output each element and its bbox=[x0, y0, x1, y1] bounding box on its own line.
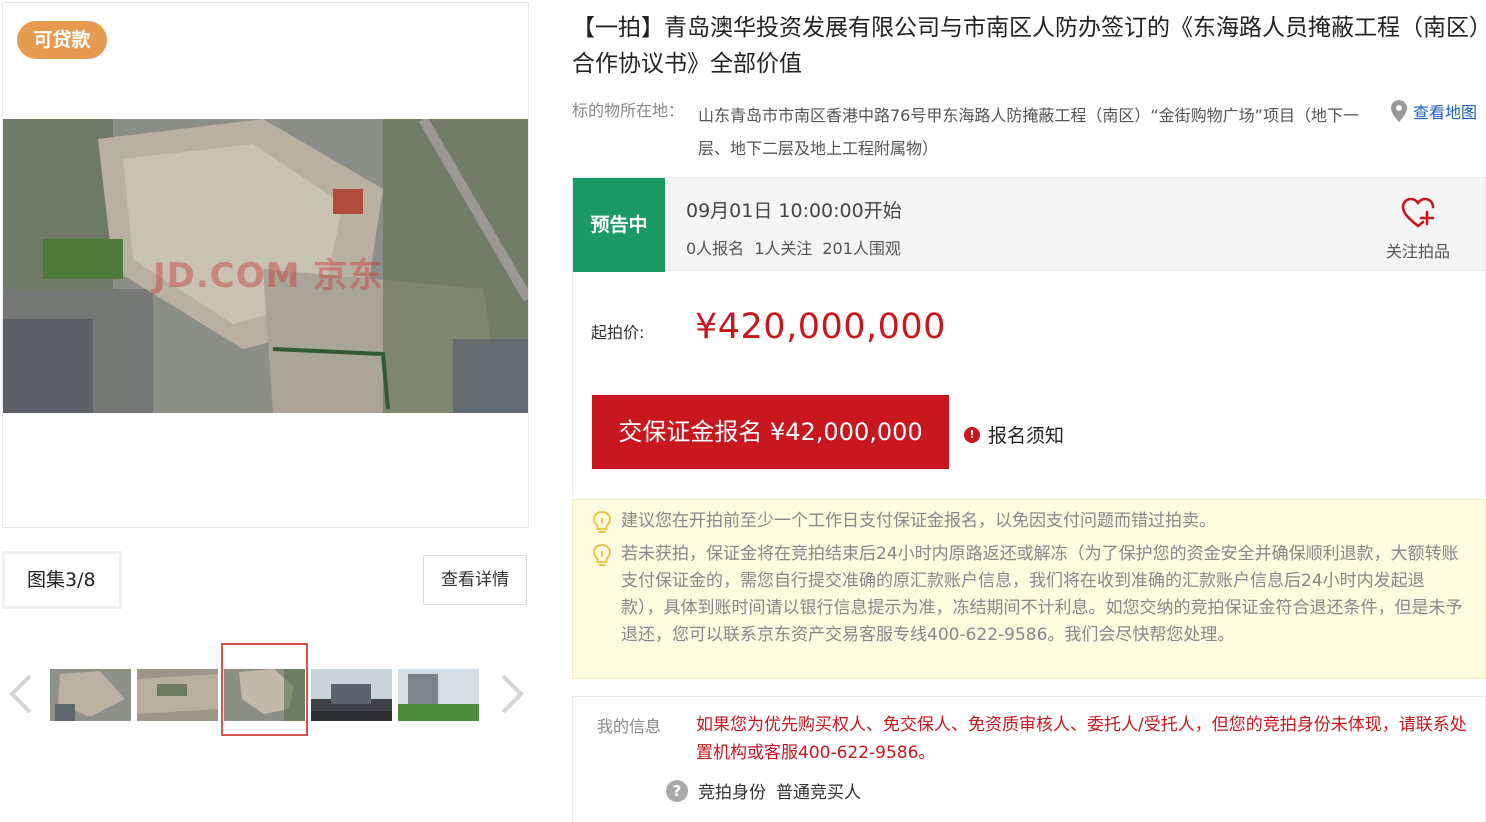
auction-status-bar: 预告中 09月01日 10:00:00开始 0人报名 1人关注 201人围观 关… bbox=[572, 177, 1486, 272]
follow-lot-button[interactable]: 关注拍品 bbox=[1373, 196, 1463, 262]
starting-price-value: ¥420,000,000 bbox=[695, 307, 946, 347]
image-watermark: JD.COM 京东 bbox=[153, 256, 384, 296]
follower-count: 1人关注 bbox=[754, 239, 813, 258]
thumbnail-4[interactable] bbox=[311, 669, 392, 721]
pay-deposit-register-button[interactable]: 交保证金报名 ¥42,000,000 bbox=[592, 395, 949, 469]
chevron-right-icon[interactable] bbox=[497, 672, 527, 716]
view-map-link[interactable]: 查看地图 bbox=[1391, 98, 1477, 124]
chevron-left-icon[interactable] bbox=[6, 672, 36, 716]
my-info-label: 我的信息 bbox=[597, 717, 662, 736]
view-map-label: 查看地图 bbox=[1413, 103, 1478, 122]
map-pin-icon bbox=[1391, 100, 1407, 122]
price-panel: 起拍价: ¥420,000,000 交保证金报名 ¥42,000,000 ! 报… bbox=[572, 271, 1486, 495]
heart-plus-icon bbox=[1401, 197, 1435, 228]
thumbnail-1[interactable] bbox=[50, 669, 131, 721]
bidder-identity-row: ? 竞拍身份 普通竞买人 bbox=[666, 778, 861, 803]
alert-icon: ! bbox=[964, 426, 980, 443]
auction-stats: 0人报名 1人关注 201人围观 bbox=[686, 235, 901, 259]
identity-value: 普通竞买人 bbox=[776, 783, 861, 803]
viewer-count: 201人围观 bbox=[822, 239, 901, 258]
lot-title: 【一拍】青岛澳华投资发展有限公司与市南区人防办签订的《东海路人员掩蔽工程（南区）… bbox=[572, 15, 1481, 77]
lightbulb-icon bbox=[593, 544, 611, 566]
deposit-tips: 建议您在开拍前至少一个工作日支付保证金报名，以免因支付问题而错过拍卖。 若未获拍… bbox=[572, 499, 1486, 679]
help-icon[interactable]: ? bbox=[666, 779, 688, 802]
status-badge: 预告中 bbox=[573, 178, 665, 272]
lightbulb-icon bbox=[593, 511, 611, 533]
active-thumbnail-frame bbox=[221, 643, 308, 736]
tip-text: 若未获拍，保证金将在竞拍结束后24小时内原路返还或解冻（为了保护您的资金安全并确… bbox=[621, 544, 1463, 645]
start-time: 09月01日 10:00:00开始 bbox=[686, 200, 902, 222]
tip-item: 若未获拍，保证金将在竞拍结束后24小时内原路返还或解冻（为了保护您的资金安全并确… bbox=[593, 541, 1463, 649]
thumbnail-5[interactable] bbox=[398, 669, 479, 721]
follow-lot-label: 关注拍品 bbox=[1385, 242, 1450, 261]
tip-item: 建议您在开拍前至少一个工作日支付保证金报名，以免因支付问题而错过拍卖。 bbox=[593, 508, 1463, 535]
registration-notice-label: 报名须知 bbox=[988, 425, 1065, 447]
location-label: 标的物所在地： bbox=[572, 101, 685, 120]
registration-notice-link[interactable]: ! 报名须知 bbox=[964, 421, 1064, 448]
gallery-counter[interactable]: 图集3/8 bbox=[2, 551, 122, 609]
main-image-viewer[interactable]: 可贷款 JD.COM 京东 bbox=[2, 2, 529, 528]
signup-count: 0人报名 bbox=[686, 239, 745, 258]
view-details-button[interactable]: 查看详情 bbox=[423, 555, 527, 605]
my-info-panel: 我的信息 如果您为优先购买权人、免交保人、免资质审核人、委托人/受托人，但您的竞… bbox=[572, 696, 1486, 822]
tip-text: 建议您在开拍前至少一个工作日支付保证金报名，以免因支付问题而错过拍卖。 bbox=[621, 511, 1216, 531]
thumbnail-2[interactable] bbox=[137, 669, 218, 721]
identity-label: 竞拍身份 bbox=[698, 783, 766, 803]
my-info-notice: 如果您为优先购买权人、免交保人、免资质审核人、委托人/受托人，但您的竞拍身份未体… bbox=[696, 715, 1467, 763]
loan-badge: 可贷款 bbox=[17, 21, 107, 59]
location-text: 山东青岛市市南区香港中路76号甲东海路人防掩蔽工程（南区）“金街购物广场”项目（… bbox=[698, 106, 1359, 158]
starting-price-label: 起拍价: bbox=[591, 323, 645, 342]
